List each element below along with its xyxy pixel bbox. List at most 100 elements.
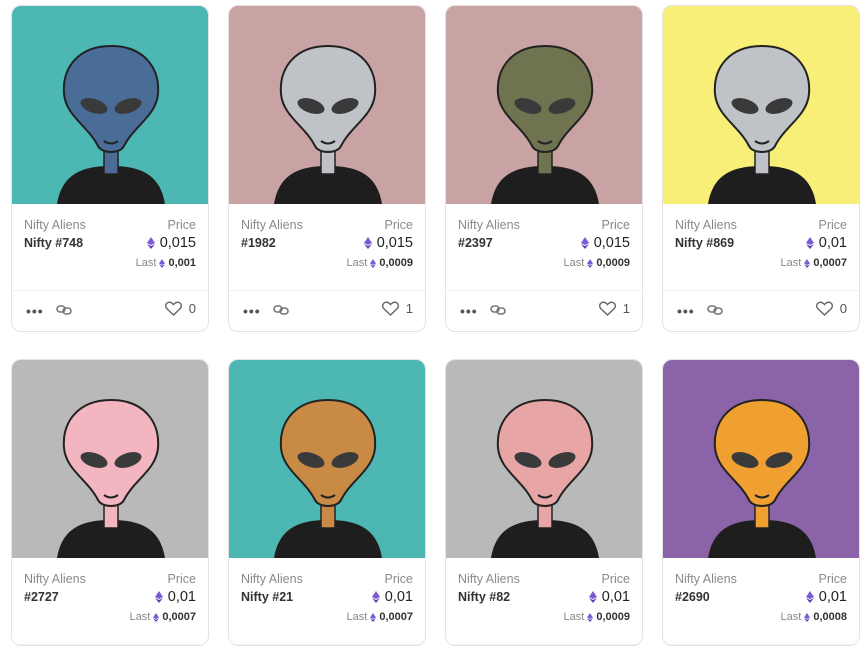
last-label: Last [346, 611, 368, 623]
collection-name[interactable]: Nifty Aliens [24, 572, 86, 586]
ellipsis-icon[interactable]: ••• [460, 303, 478, 319]
link-icon[interactable] [490, 303, 506, 317]
like-button[interactable]: 0 [815, 301, 847, 316]
nft-card[interactable]: Nifty Aliens #2690 Price 0,01 Last 0,000… [662, 359, 860, 646]
collection-name[interactable]: Nifty Aliens [675, 572, 737, 586]
nft-artwork[interactable] [12, 360, 208, 558]
nft-name[interactable]: Nifty #869 [675, 236, 734, 250]
nft-card[interactable]: Nifty Aliens #2397 Price 0,015 Last 0,00… [445, 5, 643, 332]
collection-name[interactable]: Nifty Aliens [241, 218, 303, 232]
price-value: 0,01 [601, 589, 630, 605]
like-count: 1 [405, 301, 413, 316]
nft-card[interactable]: Nifty Aliens Nifty #748 Price 0,015 Last… [11, 5, 209, 332]
ethereum-icon [159, 258, 166, 268]
alien-portrait [274, 44, 382, 204]
nft-artwork[interactable] [229, 360, 425, 558]
like-count: 1 [622, 301, 630, 316]
last-value: 0,0007 [379, 611, 413, 623]
price-label: Price [818, 218, 847, 232]
link-icon[interactable] [273, 303, 289, 317]
nft-name[interactable]: Nifty #82 [458, 590, 510, 604]
ethereum-icon [370, 612, 377, 622]
price-value: 0,015 [159, 235, 196, 251]
price: 0,01 [588, 589, 630, 605]
nft-name[interactable]: #1982 [241, 236, 276, 250]
heart-icon [164, 301, 182, 316]
like-button[interactable]: 0 [164, 301, 196, 316]
last-sale: Last 0,0007 [347, 611, 413, 623]
nft-name[interactable]: #2727 [24, 590, 59, 604]
price-label: Price [818, 572, 847, 586]
nft-artwork[interactable] [446, 6, 642, 204]
nft-card[interactable]: Nifty Aliens Nifty #869 Price 0,01 Last … [662, 5, 860, 332]
like-button[interactable]: 1 [598, 301, 630, 316]
ethereum-icon [804, 612, 811, 622]
last-value: 0,0007 [813, 257, 847, 269]
ellipsis-icon[interactable]: ••• [677, 303, 695, 319]
like-count: 0 [188, 301, 196, 316]
nft-card[interactable]: Nifty Aliens Nifty #21 Price 0,01 Last 0… [228, 359, 426, 646]
nft-artwork[interactable] [663, 360, 859, 558]
ethereum-icon [154, 591, 163, 603]
last-sale: Last 0,0007 [781, 257, 847, 269]
link-icon[interactable] [707, 303, 723, 317]
ethereum-icon [580, 237, 589, 249]
ethereum-icon [805, 237, 814, 249]
last-sale: Last 0,0009 [347, 257, 413, 269]
price-label: Price [384, 572, 413, 586]
price: 0,01 [805, 589, 847, 605]
card-info: Nifty Aliens #2690 Price 0,01 Last 0,000… [663, 558, 859, 645]
price-value: 0,015 [593, 235, 630, 251]
last-value: 0,0008 [813, 611, 847, 623]
last-label: Last [780, 611, 802, 623]
alien-portrait [491, 44, 599, 204]
last-sale: Last 0,0009 [564, 611, 630, 623]
price: 0,015 [363, 235, 413, 251]
like-button[interactable]: 1 [381, 301, 413, 316]
collection-name[interactable]: Nifty Aliens [241, 572, 303, 586]
alien-portrait [491, 398, 599, 558]
nft-card[interactable]: Nifty Aliens #1982 Price 0,015 Last 0,00… [228, 5, 426, 332]
price-value: 0,01 [818, 589, 847, 605]
nft-artwork[interactable] [229, 6, 425, 204]
price-label: Price [167, 218, 196, 232]
card-info: Nifty Aliens #1982 Price 0,015 Last 0,00… [229, 204, 425, 291]
ethereum-icon [370, 258, 377, 268]
heart-icon [598, 301, 616, 316]
last-value: 0,0009 [379, 257, 413, 269]
ethereum-icon [153, 612, 160, 622]
alien-portrait [57, 44, 165, 204]
like-count: 0 [839, 301, 847, 316]
last-sale: Last 0,0008 [781, 611, 847, 623]
collection-name[interactable]: Nifty Aliens [675, 218, 737, 232]
ethereum-icon [588, 591, 597, 603]
heart-icon [381, 301, 399, 316]
price-label: Price [167, 572, 196, 586]
price-label: Price [601, 572, 630, 586]
price-value: 0,01 [818, 235, 847, 251]
nft-artwork[interactable] [12, 6, 208, 204]
price-value: 0,015 [376, 235, 413, 251]
nft-artwork[interactable] [663, 6, 859, 204]
last-label: Last [129, 611, 151, 623]
ethereum-icon [805, 591, 814, 603]
nft-card[interactable]: Nifty Aliens #2727 Price 0,01 Last 0,000… [11, 359, 209, 646]
nft-name[interactable]: Nifty #21 [241, 590, 293, 604]
card-actions: ••• 1 [229, 291, 425, 331]
nft-name[interactable]: #2690 [675, 590, 710, 604]
card-info: Nifty Aliens Nifty #82 Price 0,01 Last 0… [446, 558, 642, 645]
card-actions: ••• 1 [446, 291, 642, 331]
collection-name[interactable]: Nifty Aliens [458, 572, 520, 586]
ellipsis-icon[interactable]: ••• [26, 303, 44, 319]
link-icon[interactable] [56, 303, 72, 317]
collection-name[interactable]: Nifty Aliens [458, 218, 520, 232]
last-value: 0,0007 [162, 611, 196, 623]
nft-name[interactable]: Nifty #748 [24, 236, 83, 250]
ethereum-icon [804, 258, 811, 268]
nft-card[interactable]: Nifty Aliens Nifty #82 Price 0,01 Last 0… [445, 359, 643, 646]
nft-name[interactable]: #2397 [458, 236, 493, 250]
nft-artwork[interactable] [446, 360, 642, 558]
ellipsis-icon[interactable]: ••• [243, 303, 261, 319]
price-label: Price [384, 218, 413, 232]
collection-name[interactable]: Nifty Aliens [24, 218, 86, 232]
